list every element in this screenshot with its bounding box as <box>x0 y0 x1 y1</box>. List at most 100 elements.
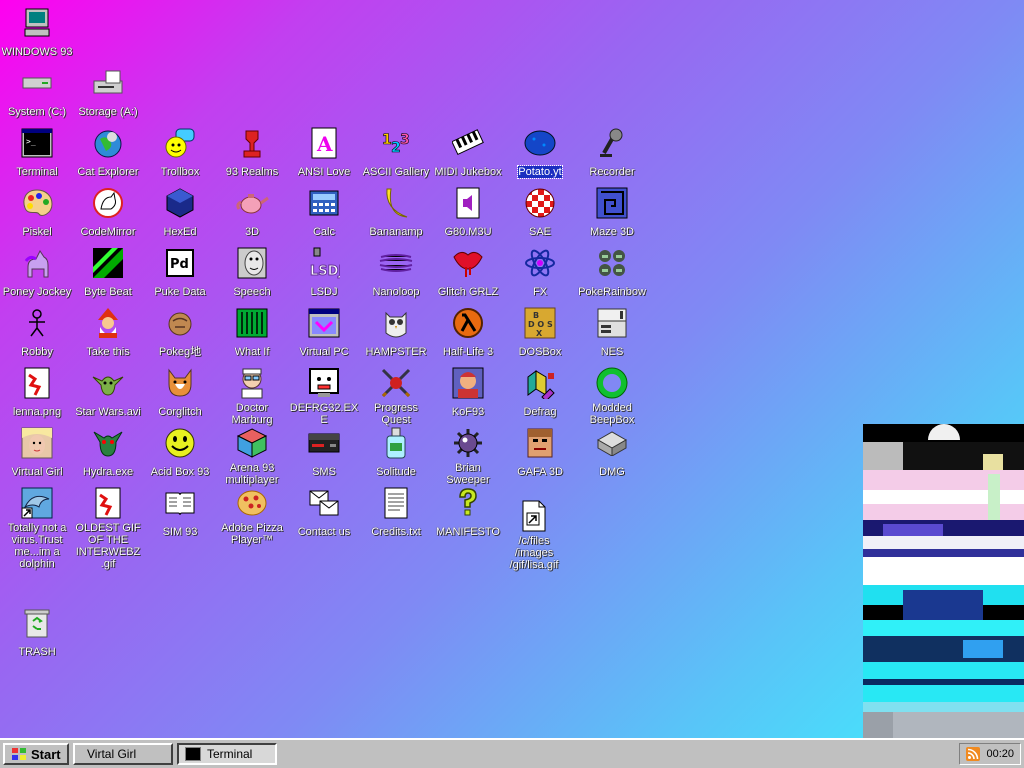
desktop-icon-dolphin[interactable]: Totally not a virus.Trust me...im a dolp… <box>1 482 73 572</box>
desktop-icon-poney-jockey[interactable]: Poney Jockey <box>1 242 73 300</box>
desktop-icon-hydra-exe[interactable]: Hydra.exe <box>72 422 144 480</box>
desktop-icon-defrg32[interactable]: DEFRG32.EXE <box>288 362 360 428</box>
knight-icon <box>235 126 269 160</box>
desktop-icon-maze-3d[interactable]: Maze 3D <box>576 182 648 240</box>
icon-label: MIDI Jukebox <box>434 166 502 178</box>
task-button-terminal[interactable]: Terminal <box>177 743 277 765</box>
mine-icon <box>451 426 485 460</box>
gif-file-icon <box>91 486 125 520</box>
desktop-icon-trash[interactable]: TRASH <box>1 602 73 660</box>
desktop-icon-pokeg[interactable]: Pokeg地 <box>144 302 216 360</box>
desktop-icon-puke-data[interactable]: Pd Puke Data <box>144 242 216 300</box>
desktop-icon-lisa-gif[interactable]: /c/files /images /gif/lisa.gif <box>498 495 570 573</box>
desktop-icon-gafa-3d[interactable]: GAFA 3D <box>504 422 576 480</box>
desktop-icon-nes[interactable]: NES <box>576 302 648 360</box>
desktop-icon-kof93[interactable]: KoF93 <box>432 362 504 420</box>
icon-label: Calc <box>312 226 335 238</box>
icon-label: Totally not a virus.Trust me...im a dolp… <box>7 522 67 570</box>
clock: 00:20 <box>986 748 1014 760</box>
desktop-icon-defrag[interactable]: Defrag <box>504 362 576 420</box>
desktop-icon-midi-jukebox[interactable]: MIDI Jukebox <box>432 122 504 180</box>
screen-face-icon <box>307 366 341 400</box>
desktop-icon-take-this[interactable]: Take this <box>72 302 144 360</box>
desktop-icon-sim-93[interactable]: SIM 93 <box>144 482 216 540</box>
desktop-icon-corglitch[interactable]: Corglitch <box>144 362 216 420</box>
icon-label: Cat Explorer <box>77 166 139 178</box>
icon-label: Maze 3D <box>589 226 635 238</box>
icon-label: 3D <box>244 226 260 238</box>
desktop[interactable]: WINDOWS 93 System (C:) Storage (A:) TRAS… <box>0 0 1024 738</box>
desktop-icon-solitude[interactable]: Solitude <box>360 422 432 480</box>
start-button[interactable]: Start <box>3 743 69 765</box>
desktop-icon-dmg[interactable]: DMG <box>576 422 648 480</box>
desktop-icon-star-wars-avi[interactable]: Star Wars.avi <box>72 362 144 420</box>
desktop-icon-codemirror[interactable]: CodeMirror <box>72 182 144 240</box>
acid-smiley-icon <box>163 426 197 460</box>
desktop-icon-g80-m3u[interactable]: G80.M3U <box>432 182 504 240</box>
desktop-icon-cat-explorer[interactable]: Cat Explorer <box>72 122 144 180</box>
desktop-icon-windows93[interactable]: WINDOWS 93 <box>1 2 73 60</box>
nes-console-icon <box>595 306 629 340</box>
desktop-icon-virtual-girl[interactable]: Virtual Girl <box>1 422 73 480</box>
owl-icon <box>379 306 413 340</box>
start-label: Start <box>31 746 61 762</box>
desktop-icon-calc[interactable]: Calc <box>288 182 360 240</box>
desktop-icon-what-if[interactable]: What If <box>216 302 288 360</box>
icon-label: SAE <box>528 226 551 238</box>
desktop-icon-oldest-gif[interactable]: OLDEST GIF OF THE INTERWEBZ .gif <box>72 482 144 572</box>
desktop-icon-byte-beat[interactable]: Byte Beat <box>72 242 144 300</box>
desktop-icon-contact-us[interactable]: Contact us <box>288 482 360 540</box>
sms-console-icon <box>307 426 341 460</box>
desktop-icon-3d[interactable]: 3D <box>216 182 288 240</box>
desktop-icon-93-realms[interactable]: 93 Realms <box>216 122 288 180</box>
desktop-icon-doctor-marburg[interactable]: Doctor Marburg <box>216 362 288 428</box>
desktop-icon-half-life-3[interactable]: Half-Life 3 <box>432 302 504 360</box>
desktop-icon-fx[interactable]: FX <box>504 242 576 300</box>
desktop-icon-lenna-png[interactable]: lenna.png <box>1 362 73 420</box>
desktop-icon-hexed[interactable]: HexEd <box>144 182 216 240</box>
desktop-icon-storage-a[interactable]: Storage (A:) <box>72 62 144 120</box>
desktop-icon-lsdj[interactable]: LSDJ LSDJ <box>288 242 360 300</box>
icon-label: /c/files /images /gif/lisa.gif <box>509 535 559 571</box>
desktop-icon-manifesto[interactable]: MANIFESTO <box>432 482 504 540</box>
task-button-virtual-girl[interactable]: Virtal Girl <box>73 743 173 765</box>
desktop-icon-nanoloop[interactable]: Nanoloop <box>360 242 432 300</box>
desktop-icon-dosbox[interactable]: BD O SX DOSBox <box>504 302 576 360</box>
desktop-icon-piskel[interactable]: Piskel <box>1 182 73 240</box>
desktop-icon-hampster[interactable]: HAMPSTER <box>360 302 432 360</box>
desktop-icon-ascii-gallery[interactable]: 123 ASCII Gallery <box>360 122 432 180</box>
desktop-icon-speech[interactable]: Speech <box>216 242 288 300</box>
icon-label: Piskel <box>22 226 52 238</box>
taskbar: Start Virtal Girl Terminal 00:20 <box>0 738 1024 768</box>
rss-icon[interactable] <box>966 747 980 761</box>
desktop-icon-recorder[interactable]: Recorder <box>576 122 648 180</box>
icon-label: DMG <box>599 466 625 478</box>
icon-label: G80.M3U <box>444 226 492 238</box>
icon-label: Pokeg地 <box>158 346 202 358</box>
desktop-icon-brian-sweeper[interactable]: Brian Sweeper <box>432 422 504 488</box>
piano-keys-icon <box>451 126 485 160</box>
desktop-icon-arena-93[interactable]: Arena 93 multiplayer <box>216 422 288 488</box>
icon-label: Star Wars.avi <box>75 406 141 418</box>
task-label: Terminal <box>207 747 253 761</box>
desktop-icon-sms[interactable]: SMS <box>288 422 360 480</box>
desktop-icon-trollbox[interactable]: Trollbox <box>144 122 216 180</box>
desktop-icon-pokerainbow[interactable]: PokeRainbow <box>576 242 648 300</box>
desktop-icon-glitch-grlz[interactable]: Glitch GRLZ <box>432 242 504 300</box>
desktop-icon-progress-quest[interactable]: Progress Quest <box>360 362 432 428</box>
desktop-icon-system-c[interactable]: System (C:) <box>1 62 73 120</box>
desktop-icon-bananamp[interactable]: Bananamp <box>360 182 432 240</box>
desktop-icon-sae[interactable]: SAE <box>504 182 576 240</box>
desktop-icon-modded-beepbox[interactable]: Modded BeepBox <box>576 362 648 428</box>
desktop-icon-terminal[interactable]: >_ Terminal <box>1 122 73 180</box>
icon-label: TRASH <box>18 646 56 658</box>
desktop-icon-potato-yt[interactable]: Potato.yt <box>504 122 576 180</box>
chat-smiley-icon <box>163 126 197 160</box>
desktop-icon-virtual-pc[interactable]: Virtual PC <box>288 302 360 360</box>
desktop-icon-credits-txt[interactable]: Credits.txt <box>360 482 432 540</box>
desktop-icon-adobe-pizza[interactable]: Adobe Pizza Player™ <box>216 482 288 548</box>
desktop-icon-ansi-love[interactable]: A ANSI Love <box>288 122 360 180</box>
desktop-icon-robby[interactable]: Robby <box>1 302 73 360</box>
icon-label: SIM 93 <box>162 526 198 538</box>
desktop-icon-acid-box-93[interactable]: Acid Box 93 <box>144 422 216 480</box>
